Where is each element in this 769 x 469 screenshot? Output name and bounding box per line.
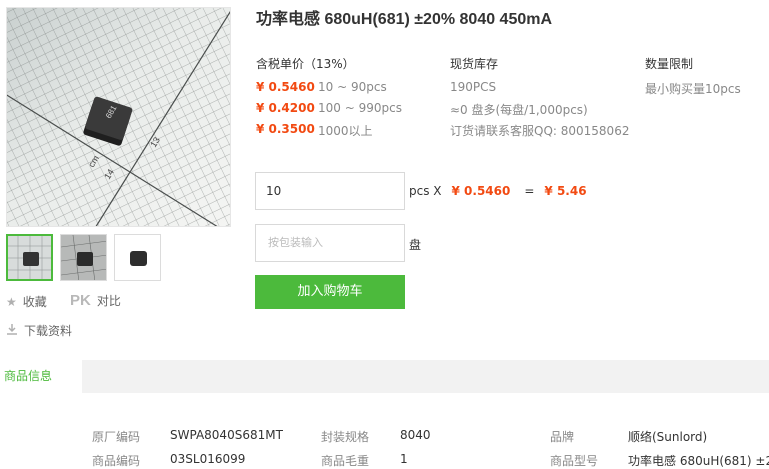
price-tier-row: ¥ 0.5460 10 ~ 90pcs	[256, 80, 387, 94]
calc-total: ¥ 5.46	[544, 184, 587, 198]
tab-product-info[interactable]: 商品信息	[0, 360, 82, 393]
detail-tab-bar: 商品信息	[0, 360, 769, 393]
download-docs-button[interactable]: 下载资料	[6, 322, 72, 339]
limit-header: 数量限制	[645, 57, 694, 71]
pk-icon: PK	[70, 292, 91, 309]
price-tier-row: ¥ 0.4200 100 ~ 990pcs	[256, 101, 402, 115]
min-purchase: 最小购买量10pcs	[645, 82, 741, 96]
product-photo-graphic: 681 13 14 cm	[7, 8, 230, 226]
thumbnail-3[interactable]	[114, 234, 161, 281]
tier-range: 100 ~ 990pcs	[318, 101, 402, 115]
spec-value: SWPA8040S681MT	[170, 428, 283, 442]
spec-label: 原厂编码	[92, 430, 141, 444]
stock-reels: ≈0 盘多(每盘/1,000pcs)	[450, 103, 588, 117]
spec-label: 封装规格	[321, 430, 370, 444]
star-icon: ★	[6, 294, 17, 309]
thumbnail-2-graphic	[61, 235, 106, 280]
add-to-cart-button[interactable]: 加入购物车	[255, 275, 405, 309]
product-title: 功率电感 680uH(681) ±20% 8040 450mA	[256, 11, 553, 28]
reel-unit-label: 盘	[409, 238, 422, 252]
equals-sign: =	[524, 184, 535, 198]
spec-value: 1	[400, 452, 408, 466]
price-calculation: pcs X ¥ 0.5460 = ¥ 5.46	[409, 184, 587, 198]
stock-contact: 订货请联系客服QQ: 800158062	[450, 124, 630, 138]
thumbnail-2[interactable]	[60, 234, 107, 281]
package-quantity-input[interactable]: 按包装输入	[255, 224, 405, 262]
spec-value: 03SL016099	[170, 452, 246, 466]
thumbnail-3-graphic	[115, 235, 160, 280]
spec-label: 商品编码	[92, 454, 141, 468]
unit-times-label: pcs X	[409, 184, 442, 198]
favorite-label: 收藏	[22, 295, 47, 309]
thumbnail-1[interactable]	[6, 234, 53, 281]
spec-value: 功率电感 680uH(681) ±20.	[628, 454, 769, 468]
tier-price: ¥ 0.3500	[256, 122, 315, 136]
spec-label: 品牌	[550, 430, 575, 444]
stock-count: 190PCS	[450, 80, 497, 94]
calc-unit-price: ¥ 0.5460	[451, 184, 511, 198]
tier-range: 1000以上	[318, 124, 373, 138]
favorite-button[interactable]: ★ 收藏	[6, 293, 47, 310]
price-header: 含税单价（13%）	[256, 57, 355, 71]
quantity-input[interactable]: 10	[255, 172, 405, 210]
tier-range: 10 ~ 90pcs	[318, 80, 387, 94]
tier-price: ¥ 0.5460	[256, 80, 315, 94]
tier-price: ¥ 0.4200	[256, 101, 315, 115]
price-tier-row: ¥ 0.3500 1000以上	[256, 122, 373, 139]
spec-value: 顺络(Sunlord)	[628, 430, 708, 444]
spec-label: 商品毛重	[321, 454, 370, 468]
download-docs-label: 下载资料	[24, 324, 73, 338]
product-main-image[interactable]: 681 13 14 cm	[6, 7, 231, 227]
thumbnail-1-graphic	[8, 236, 51, 279]
spec-value: 8040	[400, 428, 431, 442]
compare-label: 对比	[96, 294, 121, 308]
download-icon	[6, 323, 18, 338]
stock-header: 现货库存	[450, 57, 499, 71]
compare-button[interactable]: PK 对比	[70, 292, 121, 309]
spec-label: 商品型号	[550, 454, 599, 468]
